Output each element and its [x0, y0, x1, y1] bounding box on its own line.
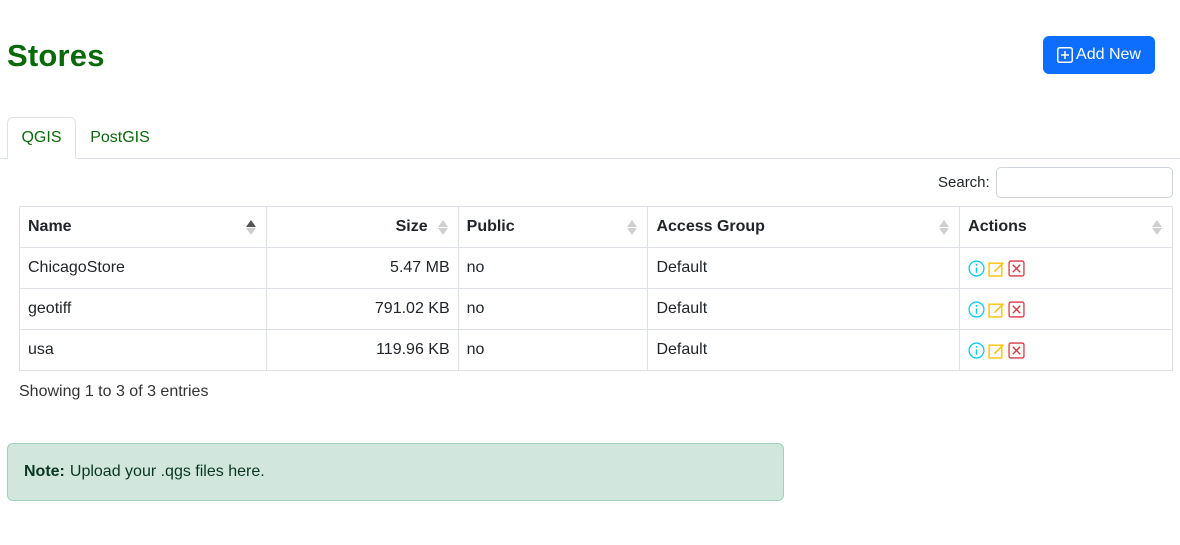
column-header-label: Access Group [656, 218, 765, 235]
tab-qgis[interactable]: QGIS [7, 117, 76, 159]
column-header-label: Name [28, 218, 72, 235]
edit-icon[interactable] [988, 342, 1005, 359]
plus-square-icon [1057, 47, 1074, 63]
add-new-label: Add New [1076, 46, 1141, 63]
sort-icon [1152, 218, 1162, 236]
cell-actions [959, 288, 1173, 330]
delete-icon[interactable] [1008, 300, 1025, 318]
column-header-actions[interactable]: Actions [959, 206, 1173, 248]
edit-icon[interactable] [988, 260, 1005, 277]
info-icon[interactable] [968, 341, 985, 359]
add-new-button[interactable]: Add New [1043, 36, 1155, 74]
edit-icon[interactable] [988, 301, 1005, 318]
search-label: Search: [938, 174, 990, 191]
tab-postgis[interactable]: PostGIS [80, 117, 160, 159]
delete-icon[interactable] [1008, 341, 1025, 359]
cell-name: usa [19, 329, 267, 371]
table-row: usa 119.96 KB no Default [19, 329, 1173, 371]
column-header-label: Public [466, 218, 515, 235]
info-icon[interactable] [968, 300, 985, 318]
column-header-access-group[interactable]: Access Group [647, 206, 961, 248]
cell-size: 119.96 KB [265, 329, 459, 371]
sort-ascending-icon [245, 218, 256, 236]
cell-public: no [457, 288, 649, 330]
sort-icon [437, 218, 448, 236]
upload-note: Note: Upload your .qgs files here. [7, 443, 784, 501]
table-header-row: Name Size Public Access Group Actions [19, 206, 1173, 248]
cell-public: no [457, 247, 649, 289]
cell-name: ChicagoStore [19, 247, 267, 289]
info-icon[interactable] [968, 259, 985, 277]
delete-icon[interactable] [1008, 259, 1025, 277]
sort-icon [627, 218, 638, 236]
table-row: ChicagoStore 5.47 MB no Default [19, 247, 1173, 289]
cell-size: 5.47 MB [265, 247, 459, 289]
note-label: Note: [24, 463, 65, 480]
column-header-size[interactable]: Size [265, 206, 459, 248]
cell-access-group: Default [647, 288, 961, 330]
page-title: Stores [7, 38, 105, 73]
column-header-label: Actions [968, 218, 1027, 235]
entries-info: Showing 1 to 3 of 3 entries [19, 383, 209, 400]
cell-access-group: Default [647, 329, 961, 371]
stores-table: Name Size Public Access Group Actions Ch… [19, 206, 1173, 371]
cell-public: no [457, 329, 649, 371]
tab-bar: QGIS PostGIS [0, 117, 1180, 159]
column-header-label: Size [395, 218, 428, 235]
note-text: Upload your .qgs files here. [69, 463, 265, 480]
cell-actions [959, 247, 1173, 289]
table-row: geotiff 791.02 KB no Default [19, 288, 1173, 330]
cell-size: 791.02 KB [265, 288, 459, 330]
search-input[interactable] [996, 167, 1173, 198]
cell-actions [959, 329, 1173, 371]
sort-icon [939, 218, 950, 236]
cell-access-group: Default [647, 247, 961, 289]
column-header-name[interactable]: Name [19, 206, 267, 248]
cell-name: geotiff [19, 288, 267, 330]
column-header-public[interactable]: Public [457, 206, 649, 248]
